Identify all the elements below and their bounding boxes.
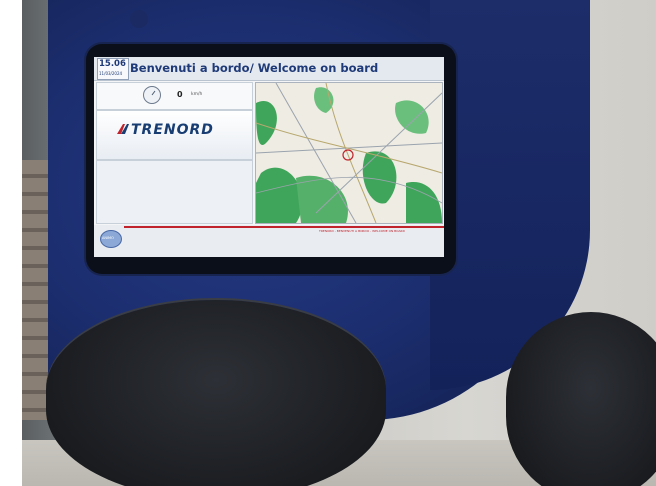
trenord-logo-icon — [117, 124, 129, 134]
brand-name: TRENORD — [131, 122, 214, 138]
white-margin — [0, 0, 22, 486]
speedometer-icon — [143, 86, 161, 104]
info-column: 0 km/h TRENORD — [96, 82, 253, 224]
screen-header: 15.06 11/03/2024 Benvenuti a bordo/ Welc… — [94, 57, 444, 81]
clock-box: 15.06 11/03/2024 — [97, 58, 129, 80]
ticker-text: TRENORD - BENVENUTI A BORDO - WELCOME ON… — [319, 229, 405, 233]
housing-bolt — [130, 10, 148, 28]
footer-button-label: ANIMO — [102, 236, 114, 240]
welcome-title: Benvenuti a bordo/ Welcome on board — [130, 61, 379, 75]
speed-unit: km/h — [191, 92, 203, 97]
brand-panel: TRENORD — [96, 110, 253, 160]
headrest-left — [46, 300, 386, 486]
route-map — [255, 82, 443, 224]
clock-time: 15.06 — [99, 59, 126, 69]
photo-scene: 15.06 11/03/2024 Benvenuti a bordo/ Welc… — [0, 0, 656, 486]
info-screen: 15.06 11/03/2024 Benvenuti a bordo/ Welc… — [94, 57, 444, 257]
speed-panel: 0 km/h — [96, 82, 253, 110]
ticker-line — [124, 226, 444, 228]
speed-value: 0 — [177, 90, 183, 99]
clock-date: 11/03/2024 — [99, 71, 123, 76]
headrest-right — [506, 312, 656, 486]
empty-info-panel — [96, 160, 253, 224]
map-graphic — [256, 83, 442, 223]
